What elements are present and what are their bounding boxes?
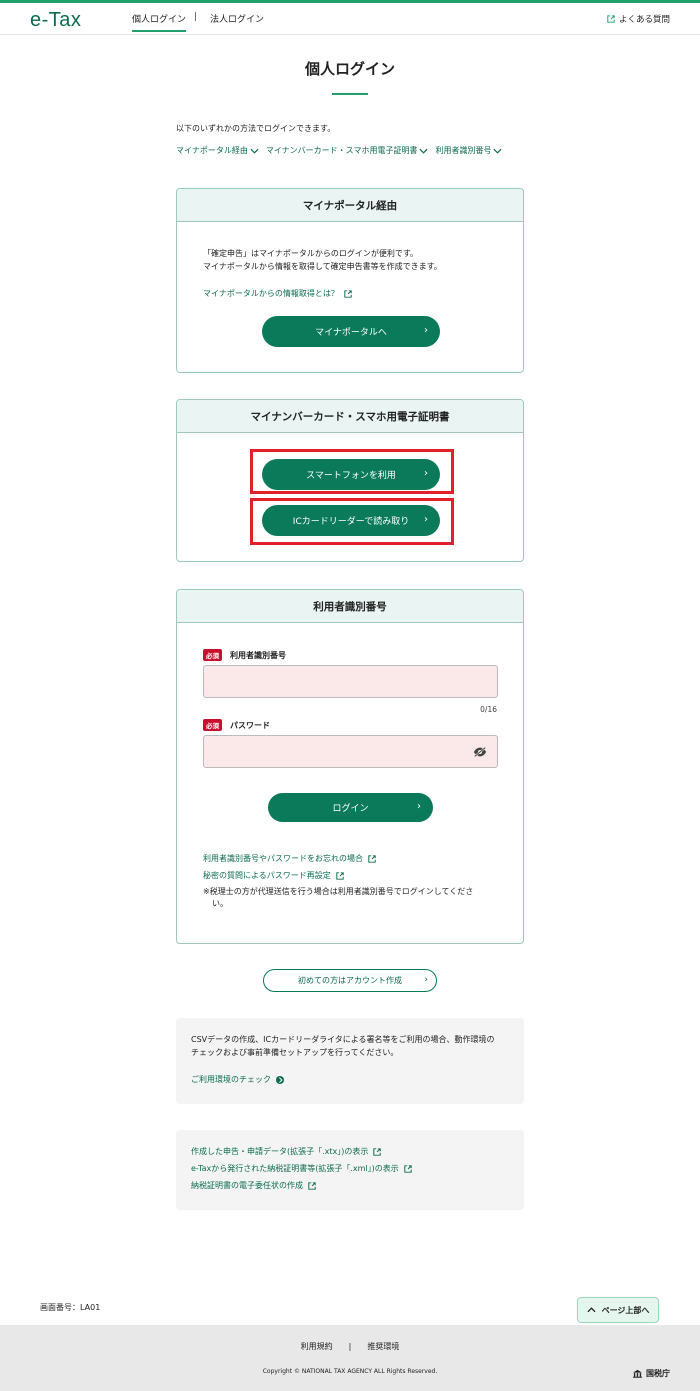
mynaportal-button[interactable]: マイナポータルへ › (262, 316, 440, 347)
link-label: 作成した申告・申請データ(拡張子「.xtx」)の表示 (191, 1147, 369, 1156)
xtx-view-link[interactable]: 作成した申告・申請データ(拡張子「.xtx」)の表示 (191, 1146, 382, 1157)
env-text-line: チェックおよび事前準備セットアップを行ってください。 (191, 1048, 399, 1057)
password-label: 必須 パスワード (203, 719, 270, 731)
eye-off-icon[interactable] (473, 746, 487, 758)
title-underline (332, 93, 368, 95)
userid-input[interactable] (203, 665, 498, 698)
link-label: マイナポータルからの情報取得とは？ (203, 289, 339, 298)
chevron-right-icon: › (417, 801, 421, 812)
xml-view-link[interactable]: e-Taxから発行された納税証明書等(拡張子「.xml」)の表示 (191, 1163, 412, 1174)
button-label: ページ上部へ (601, 1305, 650, 1315)
footer-links: 利用規約 | 推奨環境 (0, 1341, 700, 1352)
userid-card: 利用者識別番号 必須 利用者識別番号 0/16 必須 パスワード ログイン › … (176, 589, 524, 944)
nav-personal-login[interactable]: 個人ログイン (132, 12, 187, 32)
field-label-text: 利用者識別番号 (230, 650, 286, 660)
chevron-down-icon (493, 148, 502, 154)
link-label: e-Taxから発行された納税証明書等(拡張子「.xml」)の表示 (191, 1164, 399, 1173)
chevron-right-icon: › (424, 975, 428, 985)
note-line: ※税理士の方が代理送信を行う場合は利用者識別番号でログインしてくださ (203, 887, 474, 896)
faq-link[interactable]: よくある質問 (607, 13, 670, 25)
userid-char-counter: 0/16 (480, 705, 497, 714)
external-link-icon (373, 1147, 382, 1156)
highlight-box (250, 498, 454, 545)
password-reset-link[interactable]: 秘密の質問によるパスワード再設定 (203, 870, 344, 881)
chevron-right-icon: › (424, 325, 428, 336)
external-link-icon (344, 289, 352, 298)
external-link-icon (404, 1164, 412, 1173)
userid-label: 必須 利用者識別番号 (203, 649, 286, 661)
mynaportal-card: マイナポータル経由 「確定申告」はマイナポータルからのログインが便利です。 マイ… (176, 188, 524, 373)
nta-logo[interactable]: 国税庁 (632, 1368, 670, 1379)
tax-accountant-note: ※税理士の方が代理送信を行う場合は利用者識別番号でログインしてくださ い。 (203, 886, 493, 910)
required-badge: 必須 (203, 719, 222, 731)
site-header: e-Tax 個人ログイン | 法人ログイン よくある質問 (0, 3, 700, 35)
env-check-link[interactable]: ご利用環境のチェック (191, 1074, 284, 1085)
anchor-label: マイナンバーカード・スマホ用電子証明書 (265, 146, 418, 155)
card-text-line: 「確定申告」はマイナポータルからのログインが便利です。 (203, 249, 419, 258)
required-badge: 必須 (203, 649, 222, 661)
footer-separator: | (348, 1342, 352, 1351)
intro-text: 以下のいずれかの方法でログインできます。 (176, 124, 336, 133)
highlight-box (250, 449, 454, 494)
external-link-icon (368, 854, 376, 863)
mynaportal-info-link[interactable]: マイナポータルからの情報取得とは？ (203, 288, 352, 299)
chevron-up-icon (587, 1307, 596, 1313)
environment-info-box: CSVデータの作成、ICカードリーダライタによる署名等をご利用の場合、動作環境の… (176, 1018, 524, 1104)
env-text-line: CSVデータの作成、ICカードリーダライタによる署名等をご利用の場合、動作環境の (191, 1035, 495, 1044)
building-icon (633, 1369, 642, 1378)
etax-logo[interactable]: e-Tax (30, 9, 81, 32)
create-account-button[interactable]: 初めての方はアカウント作成 › (263, 969, 437, 992)
external-link-icon (308, 1181, 316, 1190)
recommended-env-link[interactable]: 推奨環境 (367, 1342, 399, 1351)
anchor-nav: マイナポータル経由 マイナンバーカード・スマホ用電子証明書 利用者識別番号 (176, 145, 502, 156)
link-label: 利用者識別番号やパスワードをお忘れの場合 (203, 854, 363, 863)
forgot-credentials-link[interactable]: 利用者識別番号やパスワードをお忘れの場合 (203, 853, 376, 864)
card-heading: 利用者識別番号 (177, 590, 523, 623)
field-label-text: パスワード (230, 720, 270, 730)
external-link-icon (607, 15, 615, 23)
login-button[interactable]: ログイン › (268, 793, 433, 822)
button-label: ログイン (332, 804, 369, 814)
proxy-letter-link[interactable]: 納税証明書の電子委任状の作成 (191, 1180, 316, 1191)
agency-name: 国税庁 (646, 1369, 670, 1378)
other-links-box: 作成した申告・申請データ(拡張子「.xtx」)の表示 e-Taxから発行された納… (176, 1130, 524, 1210)
circle-arrow-icon (276, 1075, 284, 1084)
button-label: マイナポータルへ (315, 328, 387, 338)
nav-separator: | (194, 12, 198, 22)
anchor-mynumber-card[interactable]: マイナンバーカード・スマホ用電子証明書 (266, 145, 429, 156)
site-footer: 利用規約 | 推奨環境 Copyright © NATIONAL TAX AGENC… (0, 1325, 700, 1391)
nav-corporate-login[interactable]: 法人ログイン (210, 12, 264, 25)
note-line: い。 (212, 899, 228, 908)
terms-link[interactable]: 利用規約 (301, 1342, 333, 1351)
back-to-top-button[interactable]: ページ上部へ (577, 1297, 659, 1323)
copyright: Copyright © NATIONAL TAX AGENCY ALL Righ… (262, 1368, 438, 1375)
anchor-label: マイナポータル経由 (176, 146, 248, 155)
faq-label: よくある質問 (618, 15, 670, 25)
password-input[interactable] (203, 735, 498, 768)
chevron-down-icon (419, 148, 428, 154)
page-title: 個人ログイン (304, 60, 395, 78)
card-heading: マイナポータル経由 (177, 189, 523, 222)
link-label: 秘密の質問によるパスワード再設定 (203, 871, 331, 880)
card-heading: マイナンバーカード・スマホ用電子証明書 (177, 400, 523, 433)
chevron-down-icon (250, 148, 259, 154)
screen-number: 画面番号：LA01 (40, 1303, 101, 1312)
card-text-line: マイナポータルから情報を取得して確定申告書等を作成できます。 (203, 262, 442, 271)
link-label: ご利用環境のチェック (191, 1075, 271, 1084)
anchor-mynaportal[interactable]: マイナポータル経由 (176, 145, 259, 156)
link-label: 納税証明書の電子委任状の作成 (191, 1181, 303, 1190)
button-label: 初めての方はアカウント作成 (298, 976, 402, 985)
external-link-icon (336, 871, 344, 880)
anchor-userid[interactable]: 利用者識別番号 (435, 145, 502, 156)
anchor-label: 利用者識別番号 (435, 146, 492, 155)
